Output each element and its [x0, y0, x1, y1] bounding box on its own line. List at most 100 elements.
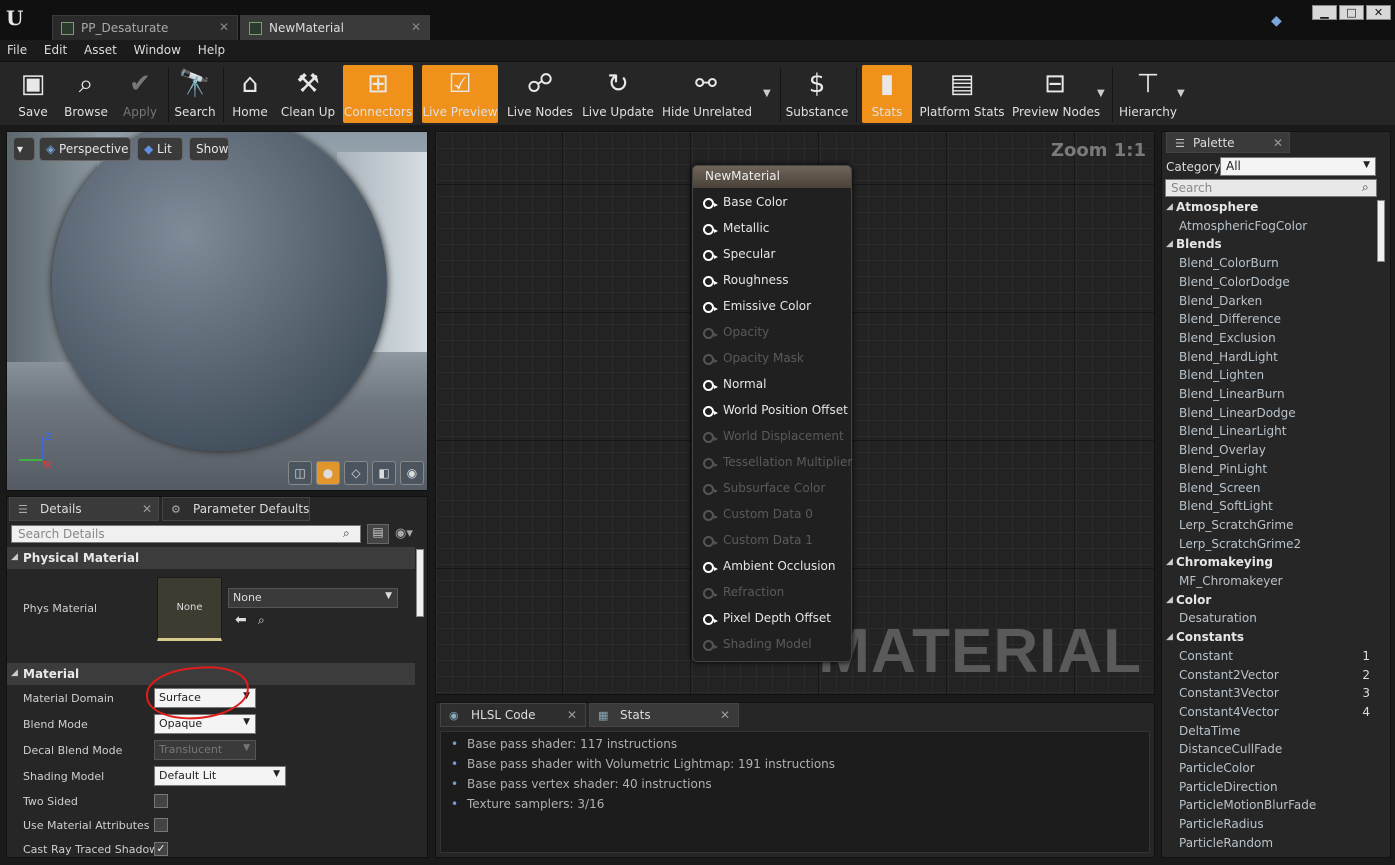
- palette-item[interactable]: DeltaTime: [1162, 724, 1376, 743]
- substance-button[interactable]: $ Substance: [785, 65, 849, 123]
- pin-connector-icon[interactable]: [703, 354, 718, 365]
- node-pin[interactable]: World Displacement: [703, 429, 844, 449]
- palette-category[interactable]: ◢ Constants: [1162, 630, 1376, 649]
- node-pin[interactable]: Custom Data 0: [703, 507, 813, 527]
- palette-item[interactable]: Blend_SoftLight: [1162, 499, 1376, 518]
- node-pin[interactable]: Base Color: [703, 195, 787, 215]
- palette-item[interactable]: Blend_Difference: [1162, 312, 1376, 331]
- live-nodes-button[interactable]: ☍ Live Nodes: [505, 65, 575, 123]
- phys-material-picker[interactable]: None ▼: [228, 588, 398, 608]
- palette-item[interactable]: ParticleRandom: [1162, 836, 1376, 855]
- palette-item[interactable]: Blend_LinearLight: [1162, 424, 1376, 443]
- node-pin[interactable]: Normal: [703, 377, 766, 397]
- menu-window[interactable]: Window: [127, 40, 187, 57]
- pin-connector-icon[interactable]: [703, 510, 718, 521]
- pin-connector-icon[interactable]: [703, 250, 718, 261]
- pin-connector-icon[interactable]: [703, 328, 718, 339]
- palette-item[interactable]: Desaturation: [1162, 611, 1376, 630]
- pin-connector-icon[interactable]: [703, 198, 718, 209]
- palette-item[interactable]: Blend_Screen: [1162, 481, 1376, 500]
- node-pin[interactable]: Custom Data 1: [703, 533, 813, 553]
- tab-pp-desaturate[interactable]: PP_Desaturate ✕: [52, 15, 238, 40]
- search-details-input[interactable]: Search Details: [11, 525, 361, 543]
- node-pin[interactable]: Opacity Mask: [703, 351, 804, 371]
- tab-palette[interactable]: ☰ Palette ✕: [1166, 132, 1290, 153]
- palette-item[interactable]: ParticleDirection: [1162, 780, 1376, 799]
- close-icon[interactable]: ✕: [720, 708, 730, 722]
- palette-item[interactable]: Lerp_ScratchGrime2: [1162, 537, 1376, 556]
- material-graph-canvas[interactable]: Zoom 1:1 MATERIAL NewMaterial Base Color…: [435, 131, 1155, 695]
- palette-item[interactable]: Constant4Vector 4: [1162, 705, 1376, 724]
- preview-nodes-button[interactable]: ⊟ Preview Nodes: [1012, 65, 1100, 123]
- hierarchy-button[interactable]: ⊤ Hierarchy: [1118, 65, 1178, 123]
- menu-file[interactable]: File: [0, 40, 33, 57]
- close-icon[interactable]: ✕: [567, 708, 577, 722]
- browse-button[interactable]: ⌕ Browse: [60, 65, 112, 123]
- pin-connector-icon[interactable]: [703, 458, 718, 469]
- use-selected-arrow-icon[interactable]: ⬅: [235, 612, 247, 628]
- sphere-preview-icon[interactable]: ●: [316, 461, 340, 485]
- node-pin[interactable]: World Position Offset: [703, 403, 848, 423]
- cast-ray-traced-shadow-checkbox[interactable]: ✓: [154, 842, 168, 856]
- shading-model-combo[interactable]: Default Lit ▼: [154, 766, 286, 786]
- perspective-button[interactable]: ◈ Perspective: [39, 137, 131, 161]
- pin-connector-icon[interactable]: [703, 276, 718, 287]
- two-sided-checkbox[interactable]: [154, 794, 168, 808]
- node-pin[interactable]: Refraction: [703, 585, 784, 605]
- node-pin[interactable]: Pixel Depth Offset: [703, 611, 831, 631]
- platform-stats-button[interactable]: ▤ Platform Stats: [918, 65, 1006, 123]
- cylinder-preview-icon[interactable]: ◫: [288, 461, 312, 485]
- node-pin[interactable]: Specular: [703, 247, 775, 267]
- category-combo[interactable]: All ▼: [1220, 157, 1376, 176]
- node-pin[interactable]: Emissive Color: [703, 299, 811, 319]
- live-preview-button[interactable]: ☑ Live Preview: [422, 65, 498, 123]
- chevron-down-icon[interactable]: ▼: [763, 88, 771, 99]
- browse-search-icon[interactable]: ⌕: [258, 613, 265, 628]
- palette-item[interactable]: Lerp_ScratchGrime: [1162, 518, 1376, 537]
- palette-category[interactable]: ◢ Chromakeying: [1162, 555, 1376, 574]
- pin-icon[interactable]: ◆: [1271, 13, 1287, 29]
- close-icon[interactable]: ✕: [219, 20, 229, 34]
- tab-parameter-defaults[interactable]: ⚙ Parameter Defaults: [162, 497, 310, 521]
- eye-icon[interactable]: ◉▾: [395, 526, 413, 541]
- home-button[interactable]: ⌂ Home: [228, 65, 272, 123]
- tab-details[interactable]: ☰ Details ✕: [9, 497, 159, 521]
- node-pin[interactable]: Roughness: [703, 273, 788, 293]
- details-scrollbar[interactable]: [416, 549, 424, 617]
- menu-help[interactable]: Help: [191, 40, 231, 57]
- hide-unrelated-button[interactable]: ⚯ Hide Unrelated: [662, 65, 752, 123]
- node-pin[interactable]: Metallic: [703, 221, 769, 241]
- section-physical-material[interactable]: ◢ Physical Material: [7, 547, 415, 569]
- pin-connector-icon[interactable]: [703, 302, 718, 313]
- live-update-button[interactable]: ↻ Live Update: [582, 65, 654, 123]
- node-pin[interactable]: Ambient Occlusion: [703, 559, 835, 579]
- palette-item[interactable]: Blend_HardLight: [1162, 350, 1376, 369]
- pin-connector-icon[interactable]: [703, 588, 718, 599]
- preview-viewport[interactable]: ▾ ◈ Perspective ◆ Lit Show ZX ◫ ● ◇ ◧ ◉: [6, 131, 428, 491]
- connectors-button[interactable]: ⊞ Connectors: [343, 65, 413, 123]
- palette-item[interactable]: ParticleMotionBlurFade: [1162, 798, 1376, 817]
- apply-button[interactable]: ✔ Apply: [116, 65, 164, 123]
- palette-category[interactable]: ◢ Color: [1162, 593, 1376, 612]
- palette-item[interactable]: Constant2Vector 2: [1162, 668, 1376, 687]
- minimize-button[interactable]: ▁: [1312, 5, 1337, 20]
- close-icon[interactable]: ✕: [1273, 136, 1283, 150]
- palette-category[interactable]: ◢ Blends: [1162, 237, 1376, 256]
- lit-button[interactable]: ◆ Lit: [137, 137, 183, 161]
- palette-item[interactable]: DistanceCullFade: [1162, 742, 1376, 761]
- close-icon[interactable]: ✕: [411, 20, 421, 34]
- pin-connector-icon[interactable]: [703, 640, 718, 651]
- stats-button[interactable]: ▮ Stats: [862, 65, 912, 123]
- chevron-down-icon[interactable]: ▼: [1177, 88, 1185, 99]
- plane-preview-icon[interactable]: ◇: [344, 461, 368, 485]
- palette-scrollbar[interactable]: [1377, 200, 1385, 262]
- node-pin[interactable]: Shading Model: [703, 637, 812, 657]
- pin-connector-icon[interactable]: [703, 536, 718, 547]
- palette-item[interactable]: Blend_PinLight: [1162, 462, 1376, 481]
- palette-item[interactable]: MF_Chromakeyer: [1162, 574, 1376, 593]
- clean-up-button[interactable]: ⚒ Clean Up: [278, 65, 338, 123]
- pin-connector-icon[interactable]: [703, 224, 718, 235]
- menu-edit[interactable]: Edit: [37, 40, 73, 57]
- maximize-button[interactable]: □: [1339, 5, 1364, 20]
- palette-item[interactable]: ParticleColor: [1162, 761, 1376, 780]
